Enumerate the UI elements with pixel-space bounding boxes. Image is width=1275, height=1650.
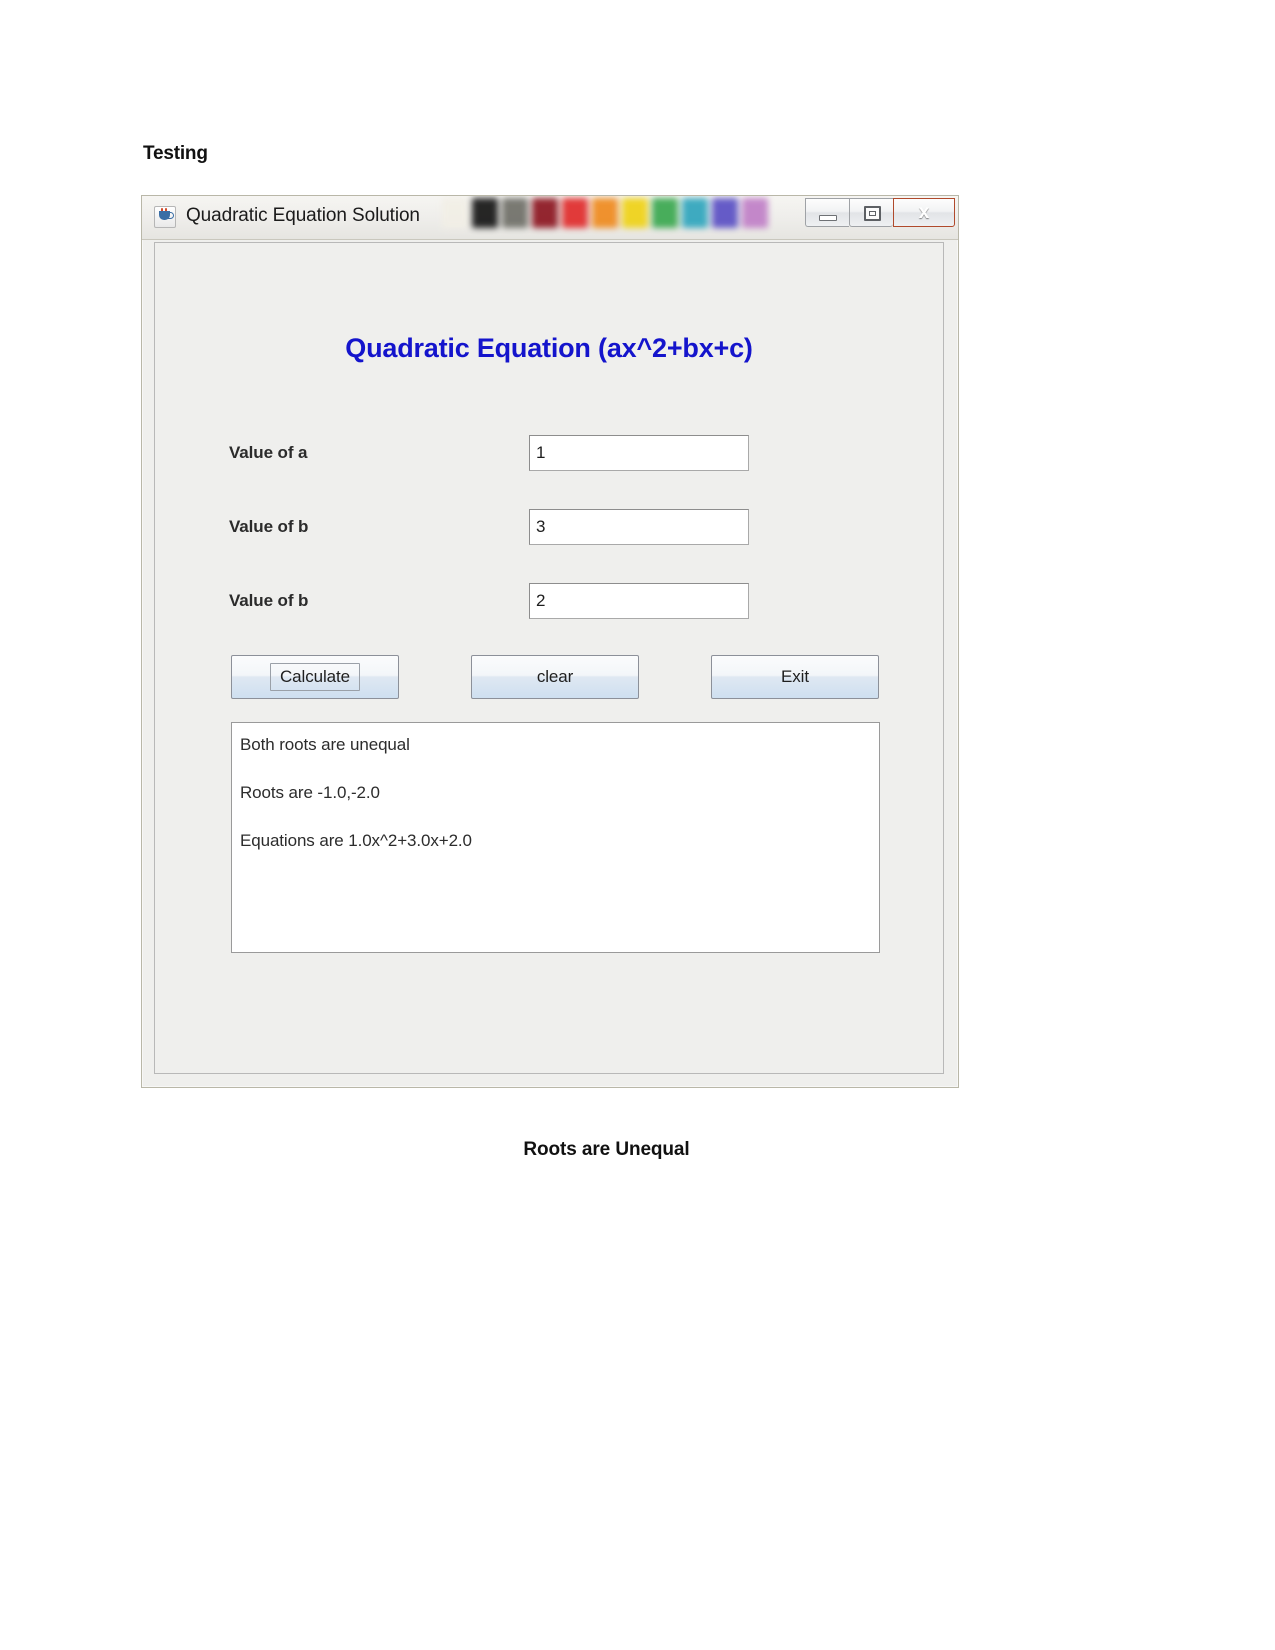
button-row: Calculate clear Exit (155, 655, 943, 701)
form-row-b: Value of b (155, 509, 943, 549)
clear-button[interactable]: clear (471, 655, 639, 699)
client-area: Quadratic Equation (ax^2+bx+c) Value of … (154, 242, 944, 1074)
maximize-icon (864, 206, 881, 221)
result-textarea[interactable]: Both roots are unequal Roots are -1.0,-2… (231, 722, 880, 953)
color-palette-bleed-decoration (442, 198, 784, 239)
minimize-button[interactable] (805, 198, 849, 227)
label-value-of-b: Value of b (229, 517, 309, 536)
window-controls: x (805, 198, 955, 227)
calculate-button-label: Calculate (270, 663, 360, 691)
input-value-of-c[interactable] (529, 583, 749, 619)
label-value-of-c: Value of b (229, 591, 309, 610)
form-row-a: Value of a (155, 435, 943, 475)
java-coffee-cup-icon (154, 206, 176, 228)
input-value-of-a[interactable] (529, 435, 749, 471)
figure-caption: Roots are Unequal (523, 1139, 690, 1160)
panel-title: Quadratic Equation (ax^2+bx+c) (345, 333, 753, 363)
result-line-3: Equations are 1.0x^2+3.0x+2.0 (240, 831, 472, 850)
close-icon: x (918, 201, 930, 223)
window-titlebar[interactable]: Quadratic Equation Solution x (142, 196, 958, 240)
minimize-icon (819, 215, 837, 221)
exit-button-label: Exit (781, 667, 809, 686)
result-spacer-2 (236, 805, 879, 829)
window-title: Quadratic Equation Solution (186, 205, 420, 226)
result-line-2: Roots are -1.0,-2.0 (240, 783, 380, 802)
maximize-button[interactable] (849, 198, 893, 227)
result-spacer-1 (236, 757, 879, 781)
result-line-1: Both roots are unequal (240, 735, 410, 754)
form-row-c: Value of b (155, 583, 943, 623)
clear-button-label: clear (536, 667, 574, 686)
calculate-button[interactable]: Calculate (231, 655, 399, 699)
application-window: Quadratic Equation Solution x Quadratic … (141, 195, 959, 1088)
label-value-of-a: Value of a (229, 443, 308, 462)
close-button[interactable]: x (893, 198, 955, 227)
page-heading: Testing (143, 143, 208, 164)
exit-button[interactable]: Exit (711, 655, 879, 699)
input-value-of-b[interactable] (529, 509, 749, 545)
